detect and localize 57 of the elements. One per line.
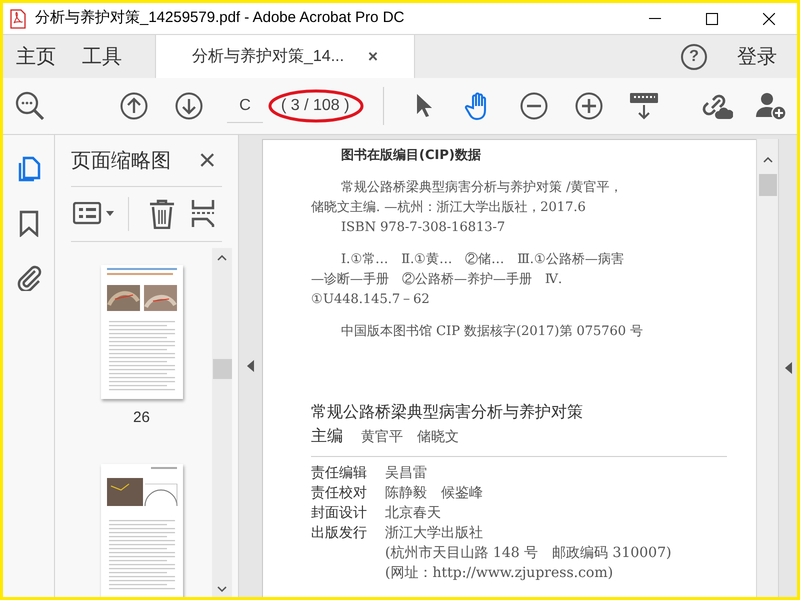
credit-label: 责任校对 — [311, 484, 368, 503]
zoom-in-icon[interactable] — [574, 91, 604, 121]
panel-close-button[interactable]: × — [198, 146, 216, 176]
tab-close-button[interactable]: × — [368, 44, 378, 70]
cip-text-line: 中国版本图书馆 CIP 数据核字(2017)第 075760 号 — [341, 323, 644, 341]
trash-icon[interactable] — [149, 199, 175, 229]
maximize-icon — [706, 12, 718, 24]
book-title: 常规公路桥梁典型病害分析与养护对策 — [311, 401, 584, 423]
page-count: ( 3 / 108 ) — [281, 96, 350, 116]
paperclip-icon[interactable] — [14, 263, 42, 291]
collapse-left-icon[interactable] — [247, 360, 254, 372]
keyboard-down-icon[interactable] — [629, 91, 660, 121]
zoom-out-icon[interactable] — [519, 91, 550, 121]
page-number-label: 26 — [133, 408, 150, 428]
cip-text-line: 常规公路桥梁典型病害分析与养护对策 /黄官平， — [341, 179, 624, 197]
scroll-up-icon[interactable] — [217, 254, 227, 261]
thumbnail-scrollbar[interactable] — [212, 248, 232, 597]
arrow-up-circle-icon[interactable] — [120, 92, 148, 120]
page-cut-icon[interactable] — [191, 199, 215, 229]
sign-in-button[interactable]: 登录 — [737, 42, 777, 72]
editor-names: 黄官平 储晓文 — [361, 428, 459, 447]
credit-label: 责任编辑 — [311, 464, 368, 483]
options-list-icon[interactable] — [73, 202, 115, 226]
scrollbar-thumb[interactable] — [758, 174, 776, 196]
cip-text-line: Ⅰ.①常… Ⅱ.①黄… ②储… Ⅲ.①公路桥—病害 — [341, 251, 625, 269]
credit-label: 出版发行 — [311, 524, 368, 543]
page-number-field[interactable]: C — [227, 89, 263, 123]
credit-value: 北京春天 — [385, 504, 441, 523]
page-thumbnail[interactable] — [100, 265, 182, 399]
document-scrollbar[interactable] — [756, 139, 778, 597]
scrollbar-thumb[interactable] — [212, 359, 232, 379]
expand-left-icon[interactable] — [784, 362, 792, 374]
credit-value: (杭州市天目山路 148 号 邮政编码 310007) — [385, 544, 672, 563]
document-tab[interactable]: 分析与养护对策_14... × — [155, 35, 415, 78]
panel-title: 页面缩略图 — [71, 148, 171, 174]
close-icon — [762, 12, 774, 24]
cip-text-line: ①U448.145.7－62 — [311, 291, 431, 309]
cip-heading: 图书在版编目(CIP)数据 — [341, 146, 482, 165]
editor-label: 主编 — [311, 425, 343, 447]
window-title: 分析与养护对策_14259579.pdf - Adobe Acrobat Pro DC — [35, 8, 404, 28]
help-button[interactable]: ? — [681, 44, 707, 70]
credit-value: (网址：http://www.zjupress.com) — [385, 564, 614, 583]
credit-value: 陈静毅 候鉴峰 — [385, 484, 483, 503]
cip-text-line: —诊断—手册 ②公路桥—养护—手册 Ⅳ. — [311, 271, 564, 289]
search-icon[interactable] — [15, 91, 45, 121]
add-user-icon[interactable] — [755, 91, 788, 121]
arrow-down-circle-icon[interactable] — [175, 92, 203, 120]
cip-text-line: 储晓文主编. —杭州：浙江大学出版社，2017.6 — [311, 199, 587, 217]
scroll-up-icon[interactable] — [762, 156, 772, 163]
credit-label: 封面设计 — [311, 504, 368, 523]
page-thumbnail[interactable] — [100, 464, 182, 597]
cip-text-line: ISBN 978-7-308-16813-7 — [341, 219, 506, 237]
minimize-icon — [648, 18, 660, 20]
pdf-file-icon — [9, 8, 27, 28]
credit-value: 浙江大学出版社 — [385, 524, 483, 543]
scroll-down-icon[interactable] — [217, 586, 227, 593]
credit-value: 吴昌雷 — [385, 464, 427, 483]
